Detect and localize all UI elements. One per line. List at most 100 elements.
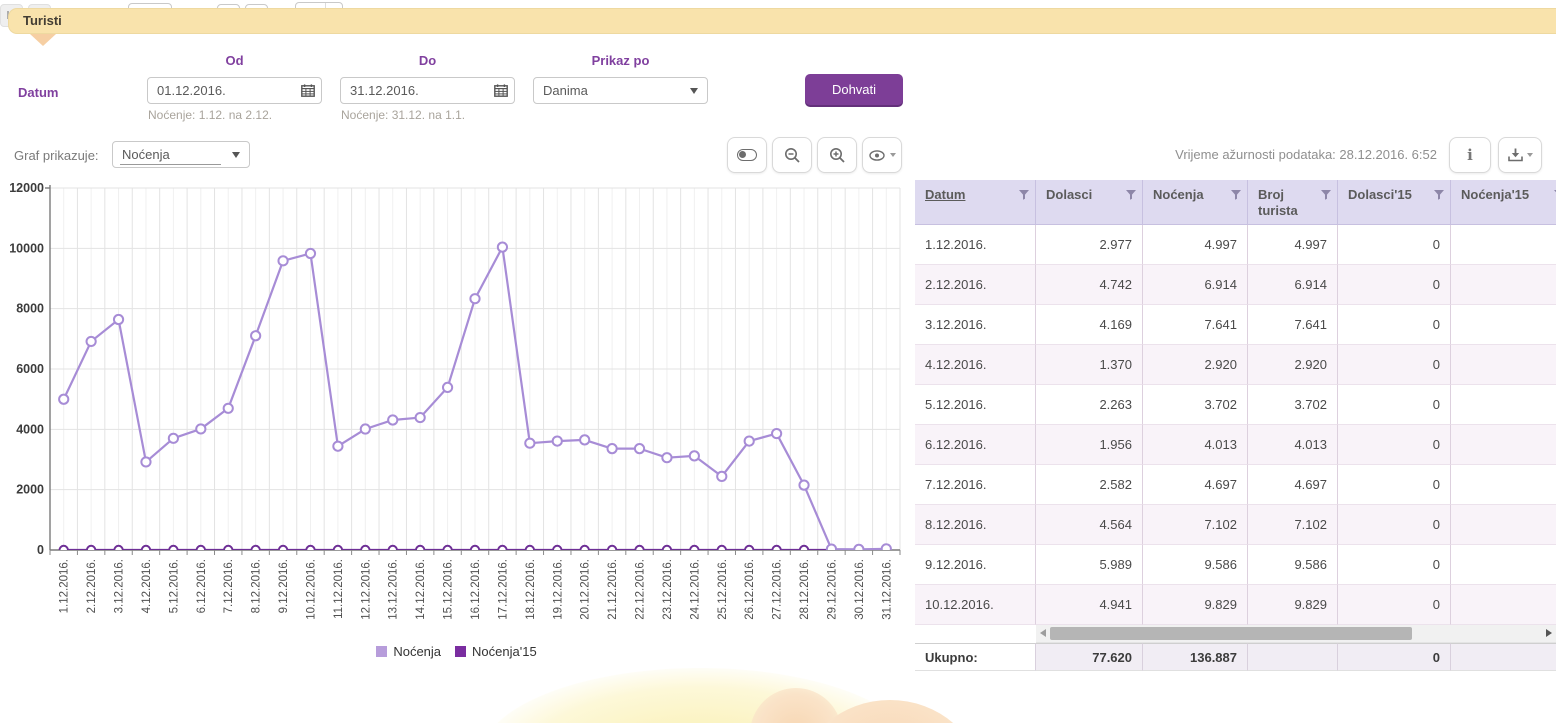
table-cell: 4.564 [1036,505,1143,545]
legend-item[interactable]: Noćenja [376,644,441,659]
svg-text:29.12.2016.: 29.12.2016. [826,559,838,620]
table-cell: 3.702 [1248,385,1338,425]
display-by-label: Prikaz po [533,53,708,68]
table-cell [1451,225,1556,265]
table-row[interactable]: 10.12.2016.4.9419.8299.8290 [915,585,1556,625]
table-row[interactable]: 7.12.2016.2.5824.6974.6970 [915,465,1556,505]
table-cell: 10.12.2016. [915,585,1036,625]
chevron-down-icon [1527,153,1533,157]
table-row[interactable]: 5.12.2016.2.2633.7023.7020 [915,385,1556,425]
column-title: Dolasci [1046,187,1096,220]
table-header-row: Datum Dolasci NoćenjaBroj turista Dolasci'1… [915,180,1556,225]
graph-shows-label: Graf prikazuje: [14,148,99,163]
svg-text:12.12.2016.: 12.12.2016. [360,559,372,620]
table-cell: 9.12.2016. [915,545,1036,585]
column-header-2[interactable]: Dolasci [1036,180,1143,225]
chevron-down-icon [681,88,707,94]
table-row[interactable]: 3.12.2016.4.1697.6417.6410 [915,305,1556,345]
footer-total-cell: 77.620 [1036,643,1143,671]
table-cell: 7.12.2016. [915,465,1036,505]
zoom-in-button[interactable] [817,137,857,173]
info-icon: i [1467,146,1473,164]
info-button[interactable]: i [1449,137,1491,173]
table-cell [1451,465,1556,505]
filter-row-label: Datum [18,85,58,100]
line-chart[interactable]: 0200040006000800010000120001.12.2016.2.1… [4,181,909,641]
table-cell: 1.370 [1036,345,1143,385]
table-cell [1451,265,1556,305]
table-cell: 7.641 [1143,305,1248,345]
fetch-button[interactable]: Dohvati [805,74,903,105]
table-cell: 4.997 [1143,225,1248,265]
filter-icon[interactable] [1231,190,1241,200]
filter-icon[interactable] [1126,190,1136,200]
calendar-icon[interactable] [295,84,321,97]
table-cell: 4.697 [1248,465,1338,505]
legend-label: Noćenja [393,644,441,659]
column-header-1[interactable]: Datum [915,180,1036,225]
data-table: Datum Dolasci NoćenjaBroj turista Dolasci'1… [915,180,1556,671]
svg-text:10000: 10000 [9,241,44,255]
legend-label: Noćenja'15 [472,644,537,659]
table-row[interactable]: 8.12.2016.4.5647.1027.1020 [915,505,1556,545]
calendar-icon[interactable] [488,84,514,97]
graph-series-value: Noćenja [120,144,221,165]
svg-text:14.12.2016.: 14.12.2016. [415,559,427,620]
svg-text:19.12.2016.: 19.12.2016. [552,559,564,620]
scroll-right-icon[interactable] [1546,629,1552,637]
toggle-icon [737,149,757,161]
column-title: Dolasci'15 [1348,187,1416,220]
footer-total-cell: 136.887 [1143,643,1248,671]
svg-text:16.12.2016.: 16.12.2016. [470,559,482,620]
filter-icon[interactable] [1019,190,1029,200]
table-cell: 1.956 [1036,425,1143,465]
column-header-6[interactable]: Noćenja'15 [1451,180,1556,225]
table-row[interactable]: 6.12.2016.1.9564.0134.0130 [915,425,1556,465]
toggle-view-button[interactable] [727,137,767,173]
horizontal-scrollbar[interactable] [1036,625,1556,643]
table-row[interactable]: 2.12.2016.4.7426.9146.9140 [915,265,1556,305]
filter-icon[interactable] [1434,190,1444,200]
to-hint: Noćenje: 31.12. na 1.1. [341,108,465,122]
table-cell: 9.829 [1143,585,1248,625]
filter-icon[interactable] [1321,190,1331,200]
panel-header[interactable]: Turisti [8,8,1556,34]
display-by-select[interactable]: Danima [533,77,708,104]
svg-text:24.12.2016.: 24.12.2016. [689,559,701,620]
table-cell: 0 [1338,425,1451,465]
graph-series-select[interactable]: Noćenja [112,141,250,168]
svg-text:22.12.2016.: 22.12.2016. [635,559,647,620]
table-cell: 0 [1338,465,1451,505]
panel-pointer-icon [30,34,56,46]
column-header-4[interactable]: Broj turista [1248,180,1338,225]
table-row[interactable]: 4.12.2016.1.3702.9202.9200 [915,345,1556,385]
svg-text:8000: 8000 [16,302,44,316]
column-header-5[interactable]: Dolasci'15 [1338,180,1451,225]
table-row[interactable]: 1.12.2016.2.9774.9974.9970 [915,225,1556,265]
eye-icon [869,150,886,161]
zoom-out-button[interactable] [772,137,812,173]
table-cell [1451,385,1556,425]
visibility-menu-button[interactable] [862,137,902,173]
table-cell: 7.641 [1248,305,1338,345]
chevron-down-icon [223,152,249,158]
svg-text:0: 0 [37,543,44,557]
table-cell: 2.582 [1036,465,1143,505]
date-from-input[interactable]: 01.12.2016. [147,77,322,104]
column-title: Datum [925,187,969,220]
table-cell: 5.12.2016. [915,385,1036,425]
export-button[interactable] [1498,137,1542,173]
svg-text:13.12.2016.: 13.12.2016. [388,559,400,620]
scrollbar-thumb[interactable] [1050,627,1412,640]
table-cell: 4.013 [1143,425,1248,465]
table-row[interactable]: 9.12.2016.5.9899.5869.5860 [915,545,1556,585]
table-cell: 4.742 [1036,265,1143,305]
scroll-left-icon[interactable] [1040,629,1046,637]
date-to-input[interactable]: 31.12.2016. [340,77,515,104]
legend-item[interactable]: Noćenja'15 [455,644,537,659]
column-title: Noćenja'15 [1461,187,1533,220]
svg-text:11.12.2016.: 11.12.2016. [333,559,345,619]
column-header-3[interactable]: Noćenja [1143,180,1248,225]
table-cell: 2.263 [1036,385,1143,425]
zoom-out-icon [784,147,801,164]
